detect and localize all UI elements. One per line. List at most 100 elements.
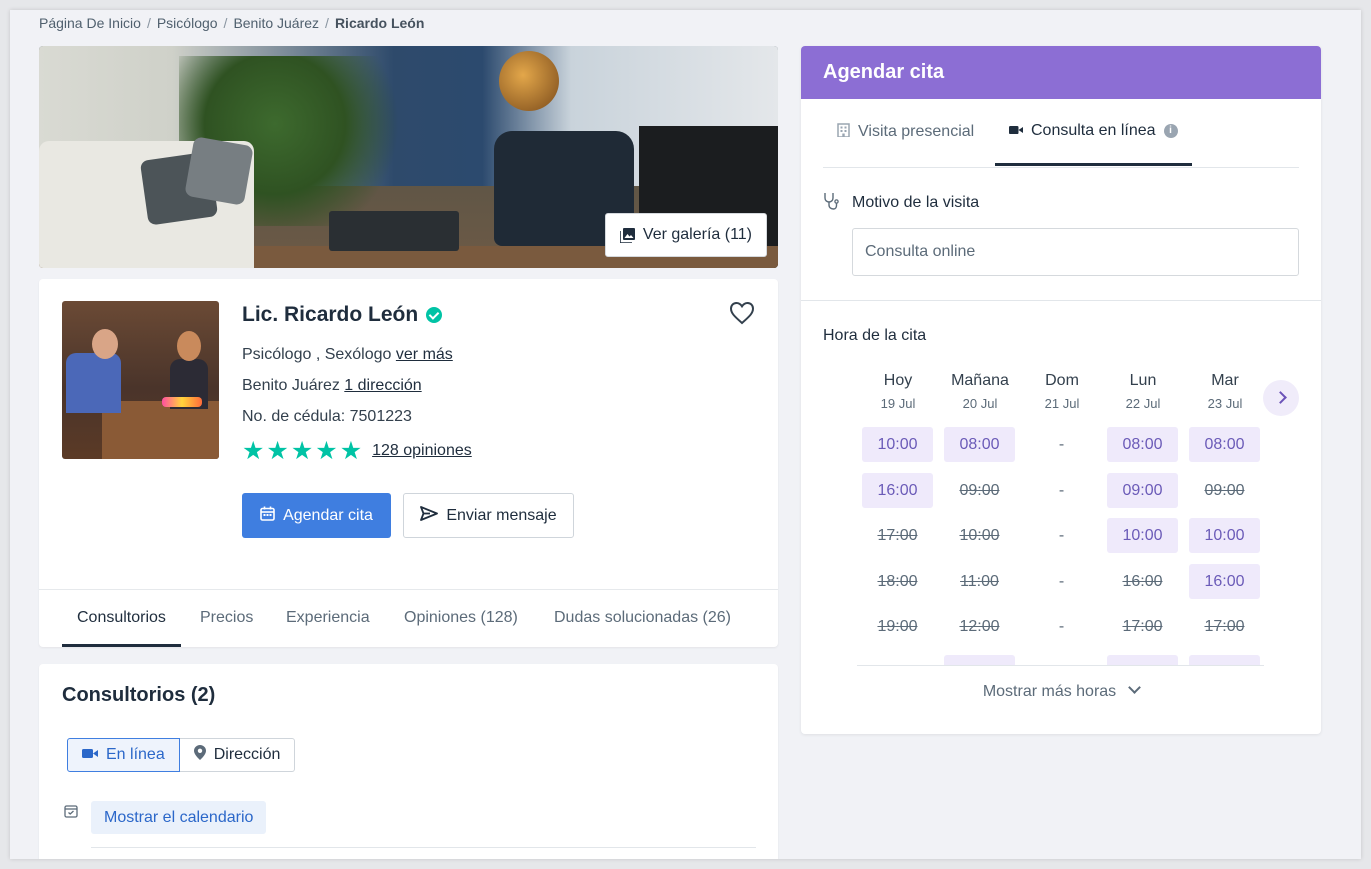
breadcrumb-home[interactable]: Página De Inicio [39,15,141,31]
tab-online-label: Consulta en línea [1031,122,1156,139]
day-column-header: Mañana 20 Jul [944,372,1016,411]
gallery-icon [619,227,635,244]
tab-precios[interactable]: Precios [200,590,253,646]
time-slot-unavailable: 19:00 [877,618,918,635]
tab-in-person-label: Visita presencial [858,123,975,140]
addresses-link[interactable]: 1 dirección [344,377,421,394]
tab-dudas[interactable]: Dudas solucionadas (26) [554,590,731,646]
time-slot-available[interactable]: 10:00 [1107,518,1178,553]
breadcrumb-current: Ricardo León [334,15,425,31]
show-more-hours-button[interactable]: Mostrar más horas [801,681,1321,701]
day-name: Hoy [883,372,913,389]
time-slot-unavailable: 09:00 [1204,481,1245,499]
visit-type-tabs: Visita presencial Consulta en línea i [823,99,1299,168]
tab-in-person[interactable]: Visita presencial [837,99,974,165]
time-slot-unavailable: 09:00 [959,481,1000,499]
no-slot: - [1058,618,1065,635]
next-days-chevron-icon[interactable] [1263,380,1299,416]
star-icon: ★ [339,437,363,465]
specialties-more-link[interactable]: ver más [396,346,453,363]
photo-flowers [162,397,202,407]
tab-experiencia[interactable]: Experiencia [286,590,370,646]
calendar-days: Hoy 19 Jul Mañana 20 Jul Dom 21 Jul Lun … [862,372,1270,416]
online-option[interactable]: En línea [67,738,180,772]
reviews-link[interactable]: 128 opiniones [372,442,472,460]
day-date: 19 Jul [880,396,916,411]
online-option-label: En línea [106,746,165,763]
tab-online[interactable]: Consulta en línea i [995,99,1192,166]
book-appointment-button[interactable]: Agendar cita [242,493,391,538]
day-date: 23 Jul [1207,396,1243,411]
time-slots-grid: 10:00 16:00 17:00 18:00 19:00 08:00 09:00 10:00… [862,427,1270,665]
view-gallery-label: Ver galería (11) [642,226,752,243]
book-appointment-label: Agendar cita [283,506,373,524]
tab-opiniones[interactable]: Opiniones (128) [404,590,518,646]
time-slot-available[interactable]: 10:00 [1189,518,1260,553]
star-icon: ★ [266,437,289,465]
time-slot-available[interactable] [1107,654,1178,665]
specialties-text: Psicólogo , Sexólogo [242,346,392,363]
day-column-header: Mar 23 Jul [1189,372,1261,411]
location-text: Benito Juárez [242,377,340,394]
star-icon: ★ [315,437,338,465]
consultorios-card: Consultorios (2) En línea Dirección Most… [39,664,778,859]
time-slot-available[interactable] [944,654,1015,665]
show-more-hours-label: Mostrar más horas [982,683,1117,700]
doctor-name-row: Lic. Ricardo León [242,303,443,327]
calendar-check-icon [64,804,78,818]
favorite-heart-icon[interactable] [729,301,755,325]
visit-reason-select[interactable]: Consulta online [852,228,1299,276]
chevron-down-icon [1128,681,1142,694]
view-gallery-button[interactable]: Ver galería (11) [604,213,767,257]
doctor-location: Benito Juárez 1 dirección [242,377,422,395]
breadcrumb-location[interactable]: Benito Juárez [233,15,319,31]
no-slot: - [1058,436,1065,453]
calendar-icon [260,506,275,526]
time-slot-unavailable: 11:00 [960,572,999,590]
divider [91,847,756,848]
star-icon: ★ [242,437,265,465]
send-message-button[interactable]: Enviar mensaje [403,493,574,538]
office-photo[interactable]: Ver galería (11) [39,46,778,268]
time-slot-available[interactable]: 16:00 [862,472,933,508]
breadcrumb-separator: / [146,15,151,31]
time-slot-available[interactable]: 16:00 [1189,563,1260,599]
breadcrumb: Página De Inicio / Psicólogo / Benito Ju… [39,15,424,31]
time-slot-available[interactable]: 10:00 [862,427,933,462]
booking-panel: Agendar cita Visita presencial Consulta … [801,46,1321,734]
time-slot-available[interactable]: 08:00 [944,427,1015,462]
show-calendar-button[interactable]: Mostrar el calendario [91,801,267,834]
time-slot-unavailable: 17:00 [1122,618,1163,635]
breadcrumb-specialty[interactable]: Psicólogo [157,15,218,31]
building-icon [837,122,850,142]
time-slot-unavailable: 12:00 [959,618,1000,635]
visit-reason-label: Motivo de la visita [852,194,980,211]
time-slot-unavailable: 17:00 [1204,618,1245,635]
time-slot-available[interactable]: 09:00 [1107,472,1178,508]
day-date: 22 Jul [1125,396,1161,411]
divider [801,300,1321,301]
day-name: Lun [1129,372,1157,389]
no-slot: - [1058,572,1065,590]
doctor-name: Lic. Ricardo León [242,303,419,326]
doctor-photo[interactable] [62,301,219,459]
address-option[interactable]: Dirección [179,738,296,772]
day-name: Mañana [951,372,1009,389]
time-slot-available[interactable]: 08:00 [1107,427,1178,462]
doctor-specialties: Psicólogo , Sexólogo ver más [242,346,453,364]
doctor-license: No. de cédula: 7501223 [242,408,412,425]
breadcrumb-separator: / [325,15,329,31]
consultorio-type-toggle: En línea Dirección [67,738,296,772]
booking-title: Agendar cita [801,46,1321,99]
tab-consultorios[interactable]: Consultorios [62,590,181,647]
time-slot-available[interactable]: 08:00 [1189,427,1260,462]
address-option-label: Dirección [213,746,281,763]
time-slot-available[interactable] [1189,654,1260,665]
time-slot-unavailable: 10:00 [959,527,1000,544]
day-column-header: Dom 21 Jul [1026,372,1098,411]
photo-head [177,331,201,361]
info-icon[interactable]: i [1163,124,1178,138]
consultorios-title: Consultorios (2) [62,684,216,706]
stethoscope-icon [823,192,839,210]
photo-table [329,211,459,251]
